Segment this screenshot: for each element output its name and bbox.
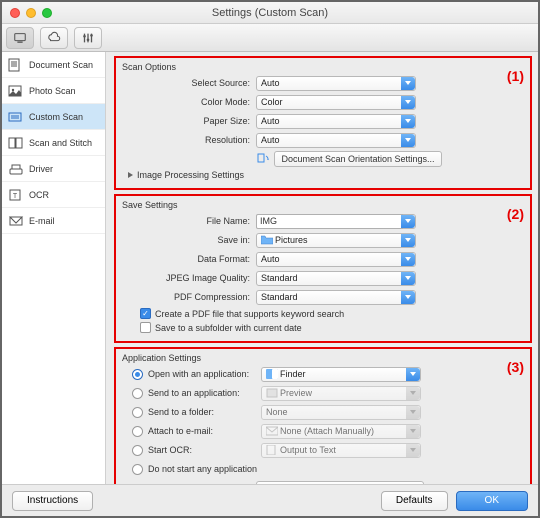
- sidebar-item-ocr[interactable]: T OCR: [2, 182, 105, 208]
- paper-size-label: Paper Size:: [122, 116, 256, 126]
- open-with-radio[interactable]: [132, 369, 143, 380]
- save-subfolder-checkbox[interactable]: [140, 322, 151, 333]
- send-folder-select: None: [261, 405, 421, 420]
- open-with-select[interactable]: Finder: [261, 367, 421, 382]
- driver-icon: [8, 162, 24, 176]
- resolution-label: Resolution:: [122, 135, 256, 145]
- sidebar-item-label: Photo Scan: [29, 86, 76, 96]
- callout-3: (3): [507, 359, 524, 375]
- sidebar-item-label: OCR: [29, 190, 49, 200]
- send-app-label: Send to an application:: [148, 388, 256, 398]
- defaults-button[interactable]: Defaults: [381, 491, 448, 511]
- jpeg-quality-label: JPEG Image Quality:: [122, 273, 256, 283]
- document-icon: [8, 58, 24, 72]
- scan-options-section: (1) Scan Options Select Source: Auto Col…: [114, 56, 532, 190]
- email-icon: [8, 214, 24, 228]
- photo-icon: [8, 84, 24, 98]
- send-app-select: Preview: [261, 386, 421, 401]
- sidebar-item-label: E-mail: [29, 216, 55, 226]
- jpeg-quality[interactable]: Standard: [256, 271, 416, 286]
- titlebar: Settings (Custom Scan): [2, 2, 538, 24]
- toolbar-settings[interactable]: [74, 27, 102, 49]
- data-format-label: Data Format:: [122, 254, 256, 264]
- color-mode[interactable]: Color: [256, 95, 416, 110]
- sidebar-item-photo-scan[interactable]: Photo Scan: [2, 78, 105, 104]
- sidebar-item-label: Scan and Stitch: [29, 138, 92, 148]
- open-with-label: Open with an application:: [148, 369, 256, 379]
- toolbar: [2, 24, 538, 52]
- sidebar-item-email[interactable]: E-mail: [2, 208, 105, 234]
- paper-size[interactable]: Auto: [256, 114, 416, 129]
- pdf-compression-label: PDF Compression:: [122, 292, 256, 302]
- sidebar-item-custom-scan[interactable]: Custom Scan: [2, 104, 105, 130]
- instructions-button[interactable]: Instructions: [12, 491, 93, 511]
- application-settings-section: (3) Application Settings Open with an ap…: [114, 347, 532, 484]
- section-title: Application Settings: [122, 353, 524, 363]
- sidebar-item-driver[interactable]: Driver: [2, 156, 105, 182]
- create-pdf-checkbox[interactable]: [140, 308, 151, 319]
- ok-button[interactable]: OK: [456, 491, 528, 511]
- callout-2: (2): [507, 206, 524, 222]
- data-format[interactable]: Auto: [256, 252, 416, 267]
- sidebar-item-label: Custom Scan: [29, 112, 83, 122]
- section-title: Scan Options: [122, 62, 524, 72]
- sidebar-item-document-scan[interactable]: Document Scan: [2, 52, 105, 78]
- color-mode-label: Color Mode:: [122, 97, 256, 107]
- send-app-radio[interactable]: [132, 388, 143, 399]
- attach-email-select: None (Attach Manually): [261, 424, 421, 439]
- text-icon: [266, 445, 278, 455]
- sidebar: Document Scan Photo Scan Custom Scan Sca…: [2, 52, 106, 484]
- mail-icon: [266, 426, 278, 436]
- do-not-start-label: Do not start any application: [148, 464, 257, 474]
- sidebar-item-label: Document Scan: [29, 60, 93, 70]
- section-title: Save Settings: [122, 200, 524, 210]
- content-area: (1) Scan Options Select Source: Auto Col…: [106, 52, 538, 484]
- start-ocr-radio[interactable]: [132, 445, 143, 456]
- custom-icon: [8, 110, 24, 124]
- sidebar-item-label: Driver: [29, 164, 53, 174]
- stitch-icon: [8, 136, 24, 150]
- image-processing-disclosure[interactable]: Image Processing Settings: [128, 170, 524, 180]
- file-name-label: File Name:: [122, 216, 256, 226]
- save-settings-section: (2) Save Settings File Name: IMG Save in…: [114, 194, 532, 343]
- select-source-label: Select Source:: [122, 78, 256, 88]
- ocr-icon: T: [8, 188, 24, 202]
- toolbar-from-cloud[interactable]: [40, 27, 68, 49]
- triangle-right-icon: [128, 172, 133, 178]
- sidebar-item-scan-stitch[interactable]: Scan and Stitch: [2, 130, 105, 156]
- resolution[interactable]: Auto: [256, 133, 416, 148]
- svg-text:T: T: [13, 193, 18, 200]
- orientation-icon: [256, 152, 270, 166]
- select-source[interactable]: Auto: [256, 76, 416, 91]
- window-title: Settings (Custom Scan): [2, 7, 538, 19]
- file-name-input[interactable]: IMG: [256, 214, 403, 229]
- create-pdf-label: Create a PDF file that supports keyword …: [155, 309, 344, 319]
- finder-icon: [266, 369, 278, 379]
- do-not-start-radio[interactable]: [132, 464, 143, 475]
- start-ocr-label: Start OCR:: [148, 445, 256, 455]
- save-in[interactable]: Pictures: [256, 233, 416, 248]
- save-subfolder-label: Save to a subfolder with current date: [155, 323, 302, 333]
- preview-icon: [266, 388, 278, 398]
- start-ocr-select: Output to Text: [261, 443, 421, 458]
- toolbar-from-computer[interactable]: [6, 27, 34, 49]
- settings-window: Settings (Custom Scan) Document Scan Pho…: [0, 0, 540, 518]
- folder-icon: [261, 235, 273, 245]
- attach-email-radio[interactable]: [132, 426, 143, 437]
- callout-1: (1): [507, 68, 524, 84]
- pdf-compression[interactable]: Standard: [256, 290, 416, 305]
- save-in-label: Save in:: [122, 235, 256, 245]
- send-folder-label: Send to a folder:: [148, 407, 256, 417]
- footer: Instructions Defaults OK: [2, 484, 538, 516]
- orientation-settings-button[interactable]: Document Scan Orientation Settings...: [274, 151, 442, 167]
- send-folder-radio[interactable]: [132, 407, 143, 418]
- attach-email-label: Attach to e-mail:: [148, 426, 256, 436]
